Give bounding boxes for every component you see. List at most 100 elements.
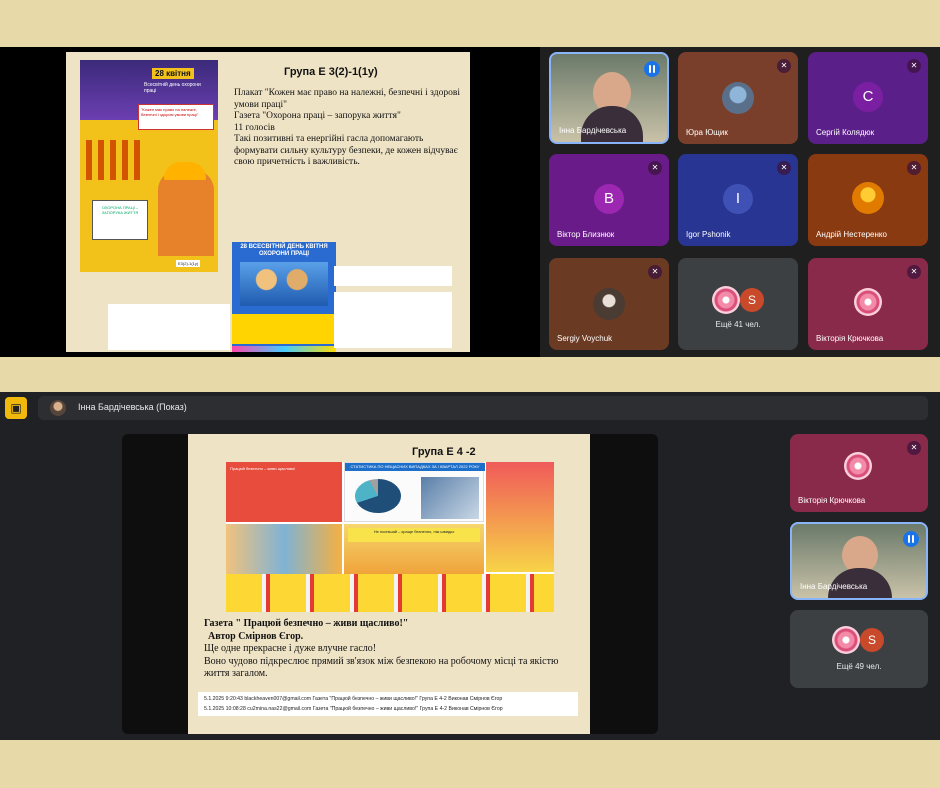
vote-sheet-snippet: [334, 266, 452, 286]
slide-line: Плакат "Кожен має право на належні, безп…: [234, 88, 460, 110]
collage-red-text: Працюй безпечно – живи щасливо!: [230, 466, 296, 471]
mic-off-icon: ✕: [907, 161, 921, 175]
participant-tile[interactable]: ✕ Sergiy Voychuk: [549, 258, 669, 350]
mic-off-icon: ✕: [907, 441, 921, 455]
flower-avatar-icon: [844, 452, 872, 480]
participant-name: Вікторія Крючкова: [816, 334, 884, 343]
presenter-bar: ▣ Інна Бардічевська (Показ): [0, 392, 940, 424]
participant-letter-avatar: I: [723, 184, 753, 214]
meeting-screenshot-1: 28 квітня Всесвітній день охорони праці …: [0, 47, 940, 357]
participant-name: Вікторія Крючкова: [798, 496, 866, 505]
slide-bold-line: Автор Смірнов Єгор.: [208, 630, 304, 642]
participant-tile[interactable]: Інна Бардічевська: [549, 52, 669, 144]
mic-off-icon: ✕: [907, 265, 921, 279]
vote-sheet-snippet: [334, 292, 452, 348]
participant-tile[interactable]: B ✕ Віктор Близнюк: [549, 154, 669, 246]
participant-name: Юра Ющик: [686, 128, 728, 137]
speaking-indicator-icon: [644, 61, 660, 77]
second-poster-title: 28 ВСЕСВІТНІЙ ДЕНЬ КВІТНЯ ОХОРОНИ ПРАЦІ: [240, 244, 328, 257]
participant-tile[interactable]: ✕ Андрій Нестеренко: [808, 154, 928, 246]
poster-pattern: [86, 140, 146, 180]
collage-red-panel: Працюй безпечно – живи щасливо!: [226, 462, 342, 522]
more-participants-tile[interactable]: S Ещё 41 чел.: [678, 258, 798, 350]
collage-stat-panel: СТАТИСТИКА ПО НЕЩАСНИХ ВИПАДКАХ ЗА І КВА…: [344, 462, 485, 522]
mic-off-icon: ✕: [907, 59, 921, 73]
flower-avatar-icon: [832, 626, 860, 654]
flower-avatar-icon: [854, 288, 882, 316]
poster-quote: "Кожен має право на належні, безпечні і …: [138, 104, 214, 130]
poster-strip: [232, 346, 336, 352]
slide-title: Група Е 4 -2: [412, 446, 476, 458]
table-row: 5.1.2025 10:08:28 cu2mina.nas22@gmail.co…: [204, 706, 503, 712]
participant-avatar: [852, 182, 884, 214]
slide-body: Плакат "Кожен має право на належні, безп…: [234, 88, 466, 169]
more-participants-tile[interactable]: S Ещё 49 чел.: [790, 610, 928, 688]
participant-name: Андрій Нестеренко: [816, 230, 887, 239]
second-poster: 28 ВСЕСВІТНІЙ ДЕНЬ КВІТНЯ ОХОРОНИ ПРАЦІ: [232, 242, 336, 352]
helmet-illustration: [164, 162, 206, 180]
slide-line: Ще одне прекрасне і дуже влучне гасло!: [204, 643, 377, 654]
participant-name: Віктор Близнюк: [557, 230, 615, 239]
participant-tile[interactable]: C ✕ Сергій Колядюк: [808, 52, 928, 144]
poster-strip: [232, 314, 336, 344]
more-participants-label: Ещё 49 чел.: [836, 662, 882, 671]
participant-name: Інна Бардічевська: [800, 582, 868, 591]
workers-illustration: [240, 262, 328, 306]
slide-line: Воно чудово підкреслює прямий зв'язок мі…: [204, 655, 559, 680]
presentation-icon[interactable]: ▣: [5, 397, 27, 419]
participant-letter-avatar: S: [740, 288, 764, 312]
presenter-title: Інна Бардічевська (Показ): [78, 402, 187, 412]
participant-letter-avatar: B: [594, 184, 624, 214]
participant-tile[interactable]: ✕ Вікторія Крючкова: [808, 258, 928, 350]
poster-code: Е3(2)-1(1у): [176, 260, 201, 267]
flower-avatar-icon: [712, 286, 740, 314]
vote-table: 5.1.2025 9:20:43 blackheaven007@gmail.co…: [198, 692, 578, 716]
poster-subtitle: Всесвітній день охорони праці: [144, 82, 201, 94]
participant-avatar: [722, 82, 754, 114]
presentation-stage: 28 квітня Всесвітній день охорони праці …: [0, 47, 540, 357]
participant-letter-avatar: C: [853, 82, 883, 112]
presenter-avatar: [50, 400, 66, 416]
collage-photo: [421, 477, 479, 519]
collage-photo-panel: [226, 524, 342, 574]
meeting-screenshot-2: ▣ Інна Бардічевська (Показ) Група Е 4 -2…: [0, 392, 940, 740]
participant-name: Інна Бардічевська: [559, 126, 627, 135]
worker-illustration: [158, 170, 214, 256]
slide-body: Газета " Працюй безпечно – живи щасливо!…: [204, 618, 584, 681]
poster-date: 28 квітня: [152, 68, 194, 79]
table-row: 5.1.2025 9:20:43 blackheaven007@gmail.co…: [204, 696, 503, 702]
collage-yellow-text: Не поспішай – краще безпечно, ніж швидко: [348, 528, 480, 542]
presenter-pill[interactable]: Інна Бардічевська (Показ): [38, 396, 928, 420]
mic-off-icon: ✕: [777, 161, 791, 175]
mic-off-icon: ✕: [777, 59, 791, 73]
participant-tile[interactable]: ✕ Вікторія Крючкова: [790, 434, 928, 512]
participant-name: Sergiy Voychuk: [557, 334, 613, 343]
participant-name: Igor Pshonik: [686, 230, 731, 239]
newspaper-collage: Працюй безпечно – живи щасливо! СТАТИСТИ…: [226, 462, 554, 612]
speaking-indicator-icon: [903, 531, 919, 547]
participant-letter-avatar: S: [860, 628, 884, 652]
slide-line: Такі позитивні та енергійні гасла допома…: [234, 134, 458, 167]
vote-sheet-snippet: [108, 304, 230, 350]
mic-off-icon: ✕: [648, 265, 662, 279]
participant-name: Сергій Колядюк: [816, 128, 875, 137]
shared-slide: Група Е 4 -2 Працюй безпечно – живи щасл…: [188, 434, 590, 734]
participant-tile[interactable]: I ✕ Igor Pshonik: [678, 154, 798, 246]
participant-avatar: [593, 288, 625, 320]
slide-title: Група Е 3(2)-1(1у): [284, 66, 378, 78]
collage-right-panel: [486, 462, 554, 572]
pie-chart-graphic: [355, 479, 401, 513]
mic-off-icon: ✕: [648, 161, 662, 175]
collage-stat-title: СТАТИСТИКА ПО НЕЩАСНИХ ВИПАДКАХ ЗА І КВА…: [345, 463, 485, 471]
collage-signs-strip: [226, 574, 554, 612]
shared-slide: 28 квітня Всесвітній день охорони праці …: [66, 52, 470, 352]
newspaper-label: ОХОРОНА ПРАЦІ – ЗАПОРУКА ЖИТТЯ: [92, 200, 148, 240]
slide-bold-line: Газета " Працюй безпечно – живи щасливо!…: [204, 618, 409, 629]
slide-line: 11 голосів: [234, 122, 275, 133]
poster-image: 28 квітня Всесвітній день охорони праці …: [80, 60, 218, 272]
participant-tile[interactable]: ✕ Юра Ющик: [678, 52, 798, 144]
slide-line: Газета "Охорона праці – запорука життя": [234, 111, 401, 121]
participant-tile[interactable]: Інна Бардічевська: [790, 522, 928, 600]
collage-yellow-panel: Не поспішай – краще безпечно, ніж швидко: [344, 524, 484, 574]
participant-body: [581, 106, 643, 142]
